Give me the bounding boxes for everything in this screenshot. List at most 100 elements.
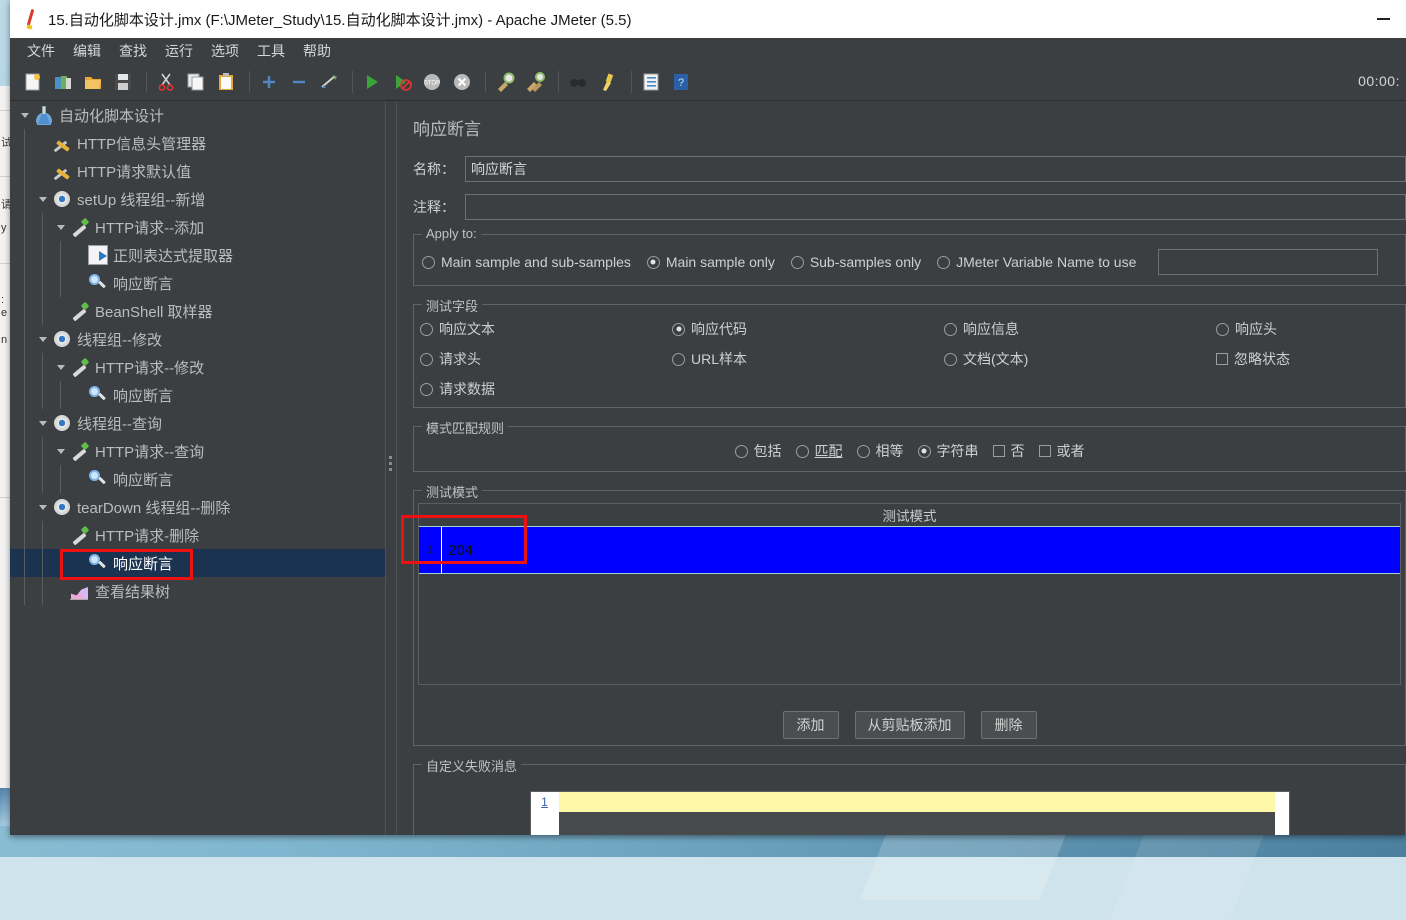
chevron-down-icon[interactable]: [16, 101, 34, 129]
checkbox-test-field-7[interactable]: 忽略状态: [1216, 349, 1397, 369]
radio-sub-samples-only[interactable]: Sub-samples only: [790, 254, 921, 270]
pattern-cell[interactable]: 204: [442, 527, 1400, 573]
expand-all-icon[interactable]: [256, 69, 282, 95]
radio-main-sample-only[interactable]: Main sample only: [646, 254, 775, 270]
templates-icon[interactable]: [50, 69, 76, 95]
test-plan-tree[interactable]: 自动化脚本设计 HTTP信息头管理器 HTTP请求默认值 setUp 线程组--新增 H…: [10, 101, 385, 835]
pane-splitter[interactable]: [385, 101, 397, 835]
delete-pattern-button[interactable]: 删除: [980, 711, 1037, 739]
tree-item[interactable]: BeanShell 取样器: [10, 297, 385, 325]
tree-item[interactable]: 响应断言: [10, 381, 385, 409]
open-folder-icon[interactable]: [80, 69, 106, 95]
chevron-down-icon[interactable]: [34, 409, 52, 437]
radio-match-rule-1[interactable]: 匹配: [795, 441, 843, 461]
tree-item[interactable]: 响应断言: [10, 269, 385, 297]
chevron-down-icon[interactable]: [52, 437, 70, 465]
jmeter-variable-input[interactable]: [1158, 249, 1379, 275]
tree-item[interactable]: HTTP请求默认值: [10, 157, 385, 185]
cut-icon[interactable]: [153, 69, 179, 95]
start-no-timers-icon[interactable]: [389, 69, 415, 95]
config-tool-icon: [52, 161, 72, 181]
tree-toggle-spacer: [52, 297, 70, 325]
add-pattern-button[interactable]: 添加: [782, 711, 839, 739]
chevron-down-icon[interactable]: [34, 325, 52, 353]
failure-message-editor[interactable]: 1: [529, 791, 1290, 835]
table-row[interactable]: 1 204: [419, 526, 1400, 574]
table-column-header: 测试模式: [419, 504, 1400, 526]
help-icon[interactable]: ?: [668, 69, 694, 95]
search-icon[interactable]: [565, 69, 591, 95]
clear-all-icon[interactable]: [522, 69, 548, 95]
comment-input[interactable]: [465, 194, 1406, 220]
radio-test-field-4[interactable]: 请求头: [420, 349, 672, 369]
name-input[interactable]: 响应断言: [465, 156, 1406, 182]
tree-toggle-spacer: [70, 381, 88, 409]
radio-jmeter-variable-name[interactable]: JMeter Variable Name to use: [937, 254, 1136, 270]
tree-item[interactable]: 响应断言: [10, 549, 385, 577]
radio-test-field-0[interactable]: 响应文本: [420, 319, 672, 339]
tree-item[interactable]: HTTP请求--添加: [10, 213, 385, 241]
new-file-icon[interactable]: [20, 69, 46, 95]
menu-edit[interactable]: 编辑: [64, 38, 110, 64]
chevron-down-icon[interactable]: [34, 493, 52, 521]
table-empty-area[interactable]: [419, 574, 1400, 684]
menu-file[interactable]: 文件: [18, 38, 64, 64]
radio-dot: [422, 255, 435, 269]
paste-icon[interactable]: [213, 69, 239, 95]
menu-search[interactable]: 查找: [110, 38, 156, 64]
copy-icon[interactable]: [183, 69, 209, 95]
shutdown-icon[interactable]: [449, 69, 475, 95]
radio-match-rule-2[interactable]: 相等: [856, 441, 904, 461]
tree-item[interactable]: 响应断言: [10, 465, 385, 493]
tree-item-label: tearDown 线程组--删除: [77, 499, 231, 517]
toggle-icon[interactable]: [316, 69, 342, 95]
radio-main-sample-and-sub-samples[interactable]: Main sample and sub-samples: [422, 254, 631, 270]
menu-bar: 文件 编辑 查找 运行 选项 工具 帮助: [10, 38, 1406, 64]
chevron-down-icon[interactable]: [52, 213, 70, 241]
radio-dot: [856, 444, 870, 458]
editor-text-area[interactable]: [558, 792, 1275, 835]
chevron-down-icon[interactable]: [34, 185, 52, 213]
tree-item[interactable]: HTTP请求--修改: [10, 353, 385, 381]
tree-item[interactable]: HTTP请求--查询: [10, 437, 385, 465]
menu-options[interactable]: 选项: [202, 38, 248, 64]
radio-test-field-5[interactable]: URL样本: [672, 349, 944, 369]
tree-item-label: BeanShell 取样器: [95, 303, 213, 321]
radio-test-field-2[interactable]: 响应信息: [944, 319, 1216, 339]
tree-toggle-spacer: [52, 577, 70, 605]
stop-icon[interactable]: STOP: [419, 69, 445, 95]
chevron-down-glyph: [57, 224, 65, 230]
tree-item[interactable]: 线程组--修改: [10, 325, 385, 353]
tree-item[interactable]: 正则表达式提取器: [10, 241, 385, 269]
tree-item[interactable]: setUp 线程组--新增: [10, 185, 385, 213]
radio-test-field-8[interactable]: 请求数据: [420, 379, 672, 399]
splitter-handle[interactable]: [389, 456, 392, 474]
tree-item[interactable]: tearDown 线程组--删除: [10, 493, 385, 521]
radio-match-rule-0[interactable]: 包括: [734, 441, 782, 461]
clear-icon[interactable]: [492, 69, 518, 95]
checkbox-match-rule-4[interactable]: 否: [992, 441, 1025, 461]
start-icon[interactable]: [359, 69, 385, 95]
reset-search-icon[interactable]: [595, 69, 621, 95]
function-helper-icon[interactable]: [638, 69, 664, 95]
minimize-button[interactable]: [1360, 0, 1406, 38]
tree-item[interactable]: HTTP请求-删除: [10, 521, 385, 549]
test-patterns-table[interactable]: 测试模式 1 204: [418, 503, 1401, 685]
chevron-down-icon[interactable]: [52, 353, 70, 381]
radio-test-field-6[interactable]: 文档(文本): [944, 349, 1216, 369]
tree-item[interactable]: 查看结果树: [10, 577, 385, 605]
collapse-all-icon[interactable]: [286, 69, 312, 95]
checkbox-match-rule-5[interactable]: 或者: [1038, 441, 1085, 461]
add-from-clipboard-button[interactable]: 从剪贴板添加: [854, 711, 965, 739]
tree-item[interactable]: HTTP信息头管理器: [10, 129, 385, 157]
menu-tools[interactable]: 工具: [248, 38, 294, 64]
menu-run[interactable]: 运行: [156, 38, 202, 64]
menu-help[interactable]: 帮助: [294, 38, 340, 64]
save-icon[interactable]: [110, 69, 136, 95]
radio-test-field-1[interactable]: 响应代码: [672, 319, 944, 339]
tree-item[interactable]: 自动化脚本设计: [10, 101, 385, 129]
tree-item[interactable]: 线程组--查询: [10, 409, 385, 437]
radio-test-field-3[interactable]: 响应头: [1216, 319, 1397, 339]
radio-match-rule-3[interactable]: 字符串: [917, 441, 979, 461]
